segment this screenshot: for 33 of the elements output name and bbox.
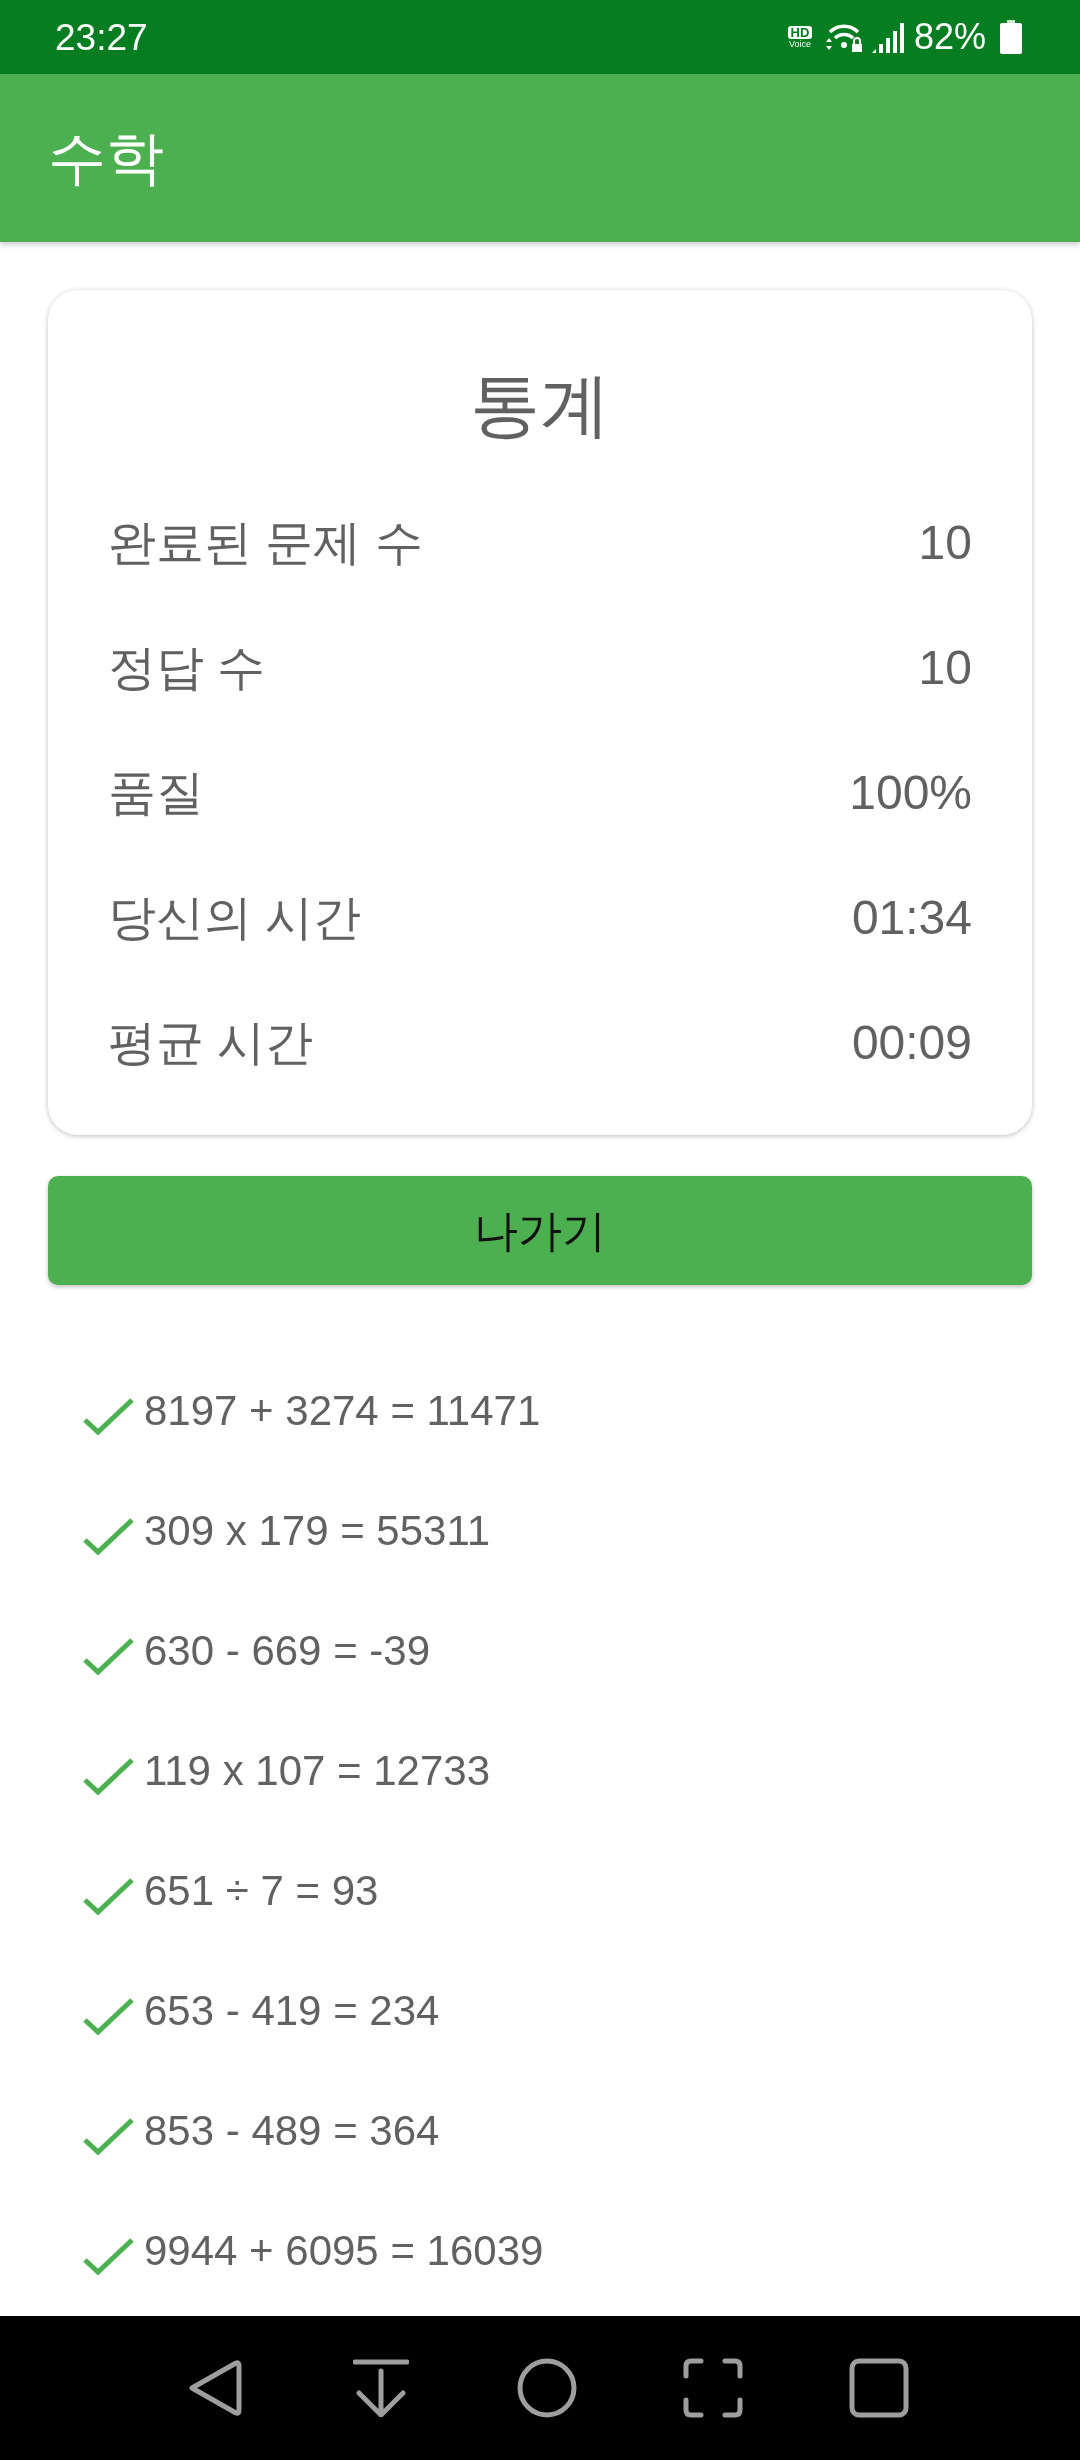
status-time: 23:27 bbox=[55, 18, 148, 56]
signal-icon bbox=[871, 21, 906, 53]
down-arrow-icon bbox=[353, 2359, 409, 2417]
result-expression: 653 - 419 = 234 bbox=[144, 1990, 440, 2032]
hd-badge: HD bbox=[787, 25, 813, 39]
wifi-icon bbox=[823, 22, 864, 52]
result-expression: 853 - 489 = 364 bbox=[144, 2110, 440, 2152]
stat-value: 10 bbox=[918, 518, 972, 567]
stat-label: 평균 시간 bbox=[108, 1018, 314, 1067]
stat-label: 완료된 문제 수 bbox=[108, 518, 423, 567]
voice-label: Voice bbox=[788, 39, 811, 49]
card-title: 통계 bbox=[469, 365, 611, 446]
result-expression: 651 ÷ 7 = 93 bbox=[144, 1870, 379, 1912]
app-title: 수학 bbox=[48, 129, 164, 187]
result-expression: 119 x 107 = 12733 bbox=[144, 1750, 491, 1792]
stat-value: 100% bbox=[849, 768, 972, 817]
stat-label: 당신의 시간 bbox=[108, 893, 362, 942]
frame-corners-icon bbox=[683, 2358, 743, 2418]
square-icon bbox=[849, 2358, 909, 2418]
battery-icon bbox=[1000, 20, 1022, 54]
battery-percent: 82% bbox=[913, 19, 986, 55]
result-expression: 9944 + 6095 = 16039 bbox=[144, 2230, 544, 2272]
stat-value: 01:34 bbox=[851, 893, 972, 942]
back-icon bbox=[188, 2359, 242, 2417]
stat-label: 정답 수 bbox=[108, 643, 266, 692]
result-expression: 8197 + 3274 = 11471 bbox=[144, 1390, 541, 1432]
exit-button[interactable]: 나가기 bbox=[48, 1176, 1032, 1285]
stat-value: 00:09 bbox=[851, 1018, 972, 1067]
stat-value: 10 bbox=[918, 643, 972, 692]
circle-icon bbox=[517, 2358, 577, 2418]
result-expression: 630 - 669 = -39 bbox=[144, 1630, 431, 1672]
stat-label: 품질 bbox=[108, 768, 204, 817]
result-expression: 309 x 179 = 55311 bbox=[144, 1510, 491, 1552]
